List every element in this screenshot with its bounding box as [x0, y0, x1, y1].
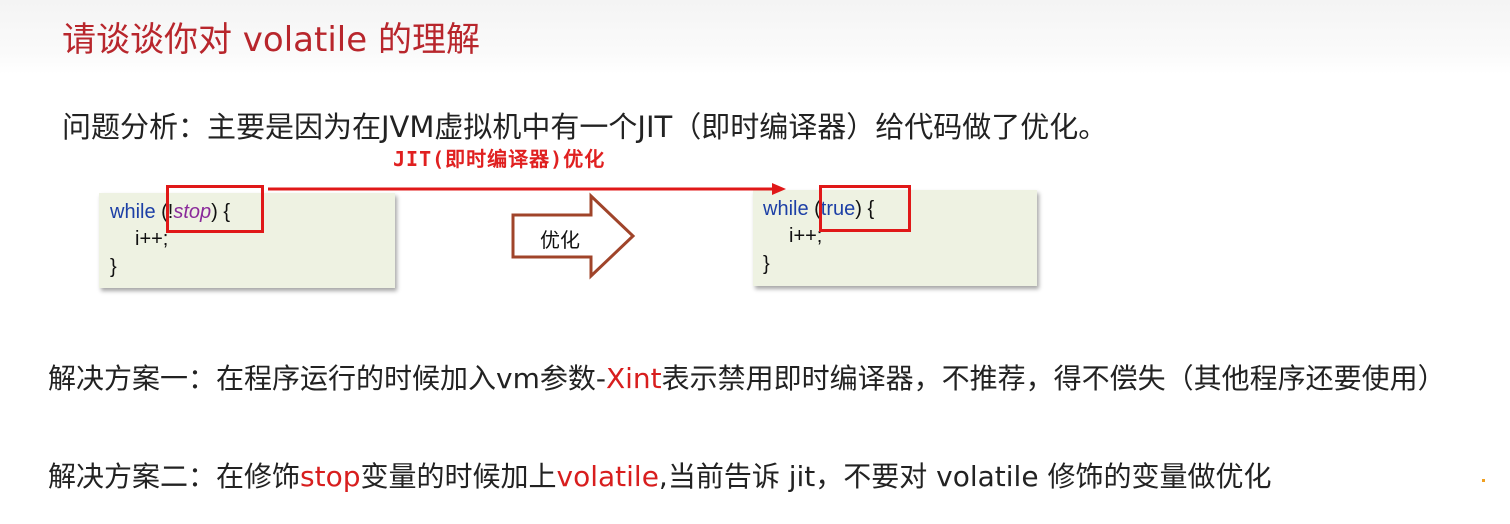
solution-two-stop: stop: [300, 460, 361, 493]
arrows-layer: [268, 183, 786, 280]
solution-one-xint: Xint: [605, 362, 662, 395]
cursor-dot: [1482, 479, 1485, 482]
optimize-arrow-label: 优化: [540, 228, 580, 252]
solution-one-suffix: 表示禁用即时编译器，不推荐，得不偿失（其他程序还要使用）: [661, 362, 1446, 395]
red-arrow-icon: [268, 183, 786, 195]
solution-two-middle: 变量的时候加上: [360, 460, 557, 493]
solution-one-prefix: 解决方案一：在程序运行的时候加入vm参数-: [48, 362, 606, 395]
solution-one-text: 解决方案一：在程序运行的时候加入vm参数-Xint表示禁用即时编译器，不推荐，得…: [48, 357, 1446, 397]
solution-two-volatile: volatile: [556, 460, 659, 493]
solution-two-text: 解决方案二：在修饰stop变量的时候加上volatile,当前告诉 jit，不要…: [48, 455, 1271, 495]
solution-two-prefix: 解决方案二：在修饰: [48, 460, 301, 493]
solution-two-suffix: ,当前告诉 jit，不要对 volatile 修饰的变量做优化: [658, 460, 1272, 493]
